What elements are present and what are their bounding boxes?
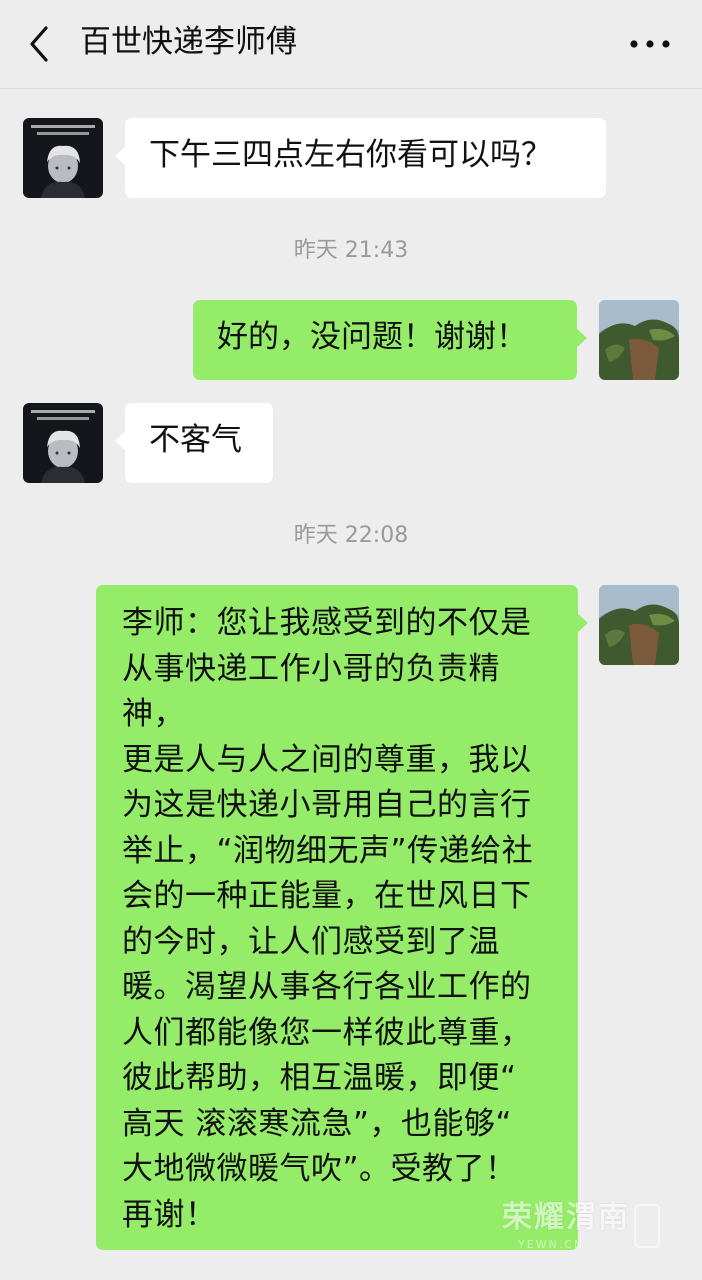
my-avatar[interactable] <box>599 300 679 380</box>
message-bubble-received[interactable]: 不客气 <box>115 403 273 483</box>
message-text: 好的，没问题！谢谢！ <box>217 319 527 355</box>
chat-header: 百世快递李师傅 <box>0 0 702 88</box>
more-button[interactable] <box>628 26 672 62</box>
chevron-left-icon <box>30 26 48 62</box>
message-timestamp: 昨天 21:43 <box>293 238 409 263</box>
message-bubble-sent[interactable]: 好的，没问题！谢谢！ <box>193 300 587 380</box>
message-timestamp: 昨天 22:08 <box>293 523 409 548</box>
contact-avatar[interactable] <box>23 118 103 198</box>
header-divider <box>0 88 702 89</box>
phone-icon <box>634 1204 660 1248</box>
more-dots-icon <box>630 40 670 48</box>
message-text: 下午三四点左右你看可以吗？ <box>149 137 552 173</box>
my-avatar[interactable] <box>599 585 679 665</box>
message-text: 不客气 <box>149 422 242 458</box>
chat-title: 百世快递李师傅 <box>80 24 297 60</box>
message-bubble-sent[interactable]: 李师：您让我感受到的不仅是 从事快递工作小哥的负责精神， 更是人与人之间的尊重，… <box>96 585 588 1250</box>
watermark-logo: 荣耀渭南 YEWN.CN <box>498 1200 668 1260</box>
back-button[interactable] <box>22 22 62 66</box>
message-text: 李师：您让我感受到的不仅是 从事快递工作小哥的负责精神， 更是人与人之间的尊重，… <box>122 605 534 1233</box>
watermark-site: YEWN.CN <box>518 1238 585 1251</box>
message-bubble-received[interactable]: 下午三四点左右你看可以吗？ <box>115 118 606 198</box>
contact-avatar[interactable] <box>23 403 103 483</box>
watermark-brand: 荣耀渭南 <box>502 1200 630 1235</box>
